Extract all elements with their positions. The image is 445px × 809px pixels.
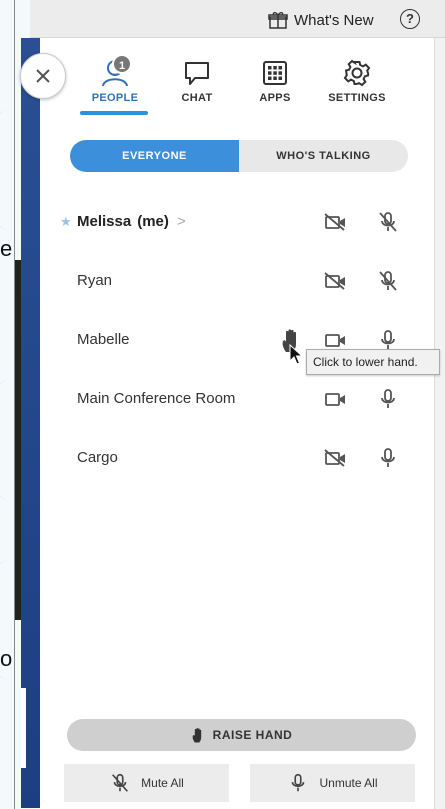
tab-settings[interactable]: SETTINGS (322, 58, 392, 104)
tab-label: APPS (259, 92, 291, 104)
background-text-fragment: o (0, 646, 13, 671)
mouse-cursor-icon (289, 344, 303, 365)
mute-all-label: Mute All (141, 776, 184, 790)
participant-row-main-conference-room[interactable]: Main Conference Room (60, 384, 410, 414)
tab-apps[interactable]: APPS (240, 58, 310, 104)
star-icon: ★ (60, 214, 72, 229)
unmute-all-label: Unmute All (319, 776, 378, 790)
help-icon[interactable]: ? (400, 9, 420, 29)
tab-label: CHAT (181, 92, 213, 104)
tab-label: PEOPLE (91, 92, 139, 104)
whats-new-link[interactable]: What's New (268, 10, 374, 30)
participant-name: Mabelle (77, 331, 130, 348)
video-off-icon[interactable] (324, 448, 348, 468)
video-off-icon[interactable] (324, 212, 348, 232)
whats-new-label: What's New (294, 11, 374, 29)
panel-edge (434, 38, 445, 809)
filter-everyone-button[interactable]: EVERYONE (70, 140, 239, 172)
mic-off-icon[interactable] (376, 210, 400, 234)
raised-hand-icon (192, 727, 201, 742)
gift-icon (268, 12, 288, 29)
gear-icon (343, 59, 371, 87)
active-tab-indicator (80, 111, 148, 115)
participant-row-cargo[interactable]: Cargo (60, 443, 410, 473)
participant-name: Ryan (77, 272, 113, 289)
mic-on-icon[interactable] (376, 446, 400, 470)
video-off-icon[interactable] (324, 271, 348, 291)
lower-hand-tooltip: Click to lower hand. (306, 349, 440, 375)
tab-label: SETTINGS (328, 92, 386, 104)
mute-all-button[interactable]: Mute All (64, 764, 229, 802)
mic-on-icon (292, 773, 305, 792)
participant-row-ryan[interactable]: Ryan (60, 266, 410, 296)
notification-badge: 1 (112, 54, 132, 74)
video-on-icon[interactable] (324, 389, 348, 409)
filter-whos-talking-button[interactable]: WHO'S TALKING (239, 140, 408, 172)
side-strip-marker (21, 688, 26, 768)
apps-grid-icon (263, 61, 287, 85)
tab-chat[interactable]: CHAT (162, 58, 232, 104)
close-icon (36, 69, 50, 83)
participant-name: Main Conference Room (77, 390, 236, 407)
unmute-all-button[interactable]: Unmute All (250, 764, 415, 802)
participant-row-melissa[interactable]: ★ Melissa (me) > (60, 207, 410, 237)
video-on-icon[interactable] (324, 330, 348, 350)
mic-off-icon[interactable] (376, 269, 400, 293)
app-side-strip (21, 38, 40, 808)
mic-on-icon[interactable] (376, 387, 400, 411)
chevron-right-icon: > (176, 213, 186, 230)
participant-name: Cargo (77, 449, 118, 466)
participant-filter: EVERYONE WHO'S TALKING (70, 140, 408, 172)
participant-name: Melissa (me) > (77, 213, 186, 230)
raise-hand-label: RAISE HAND (212, 728, 293, 742)
close-panel-button[interactable] (20, 53, 66, 99)
top-bar: What's New ? (30, 0, 445, 38)
background-text-fragment: e (0, 236, 13, 261)
chat-icon (185, 62, 209, 85)
mic-off-icon (112, 773, 129, 792)
raise-hand-button[interactable]: RAISE HAND (67, 719, 416, 751)
